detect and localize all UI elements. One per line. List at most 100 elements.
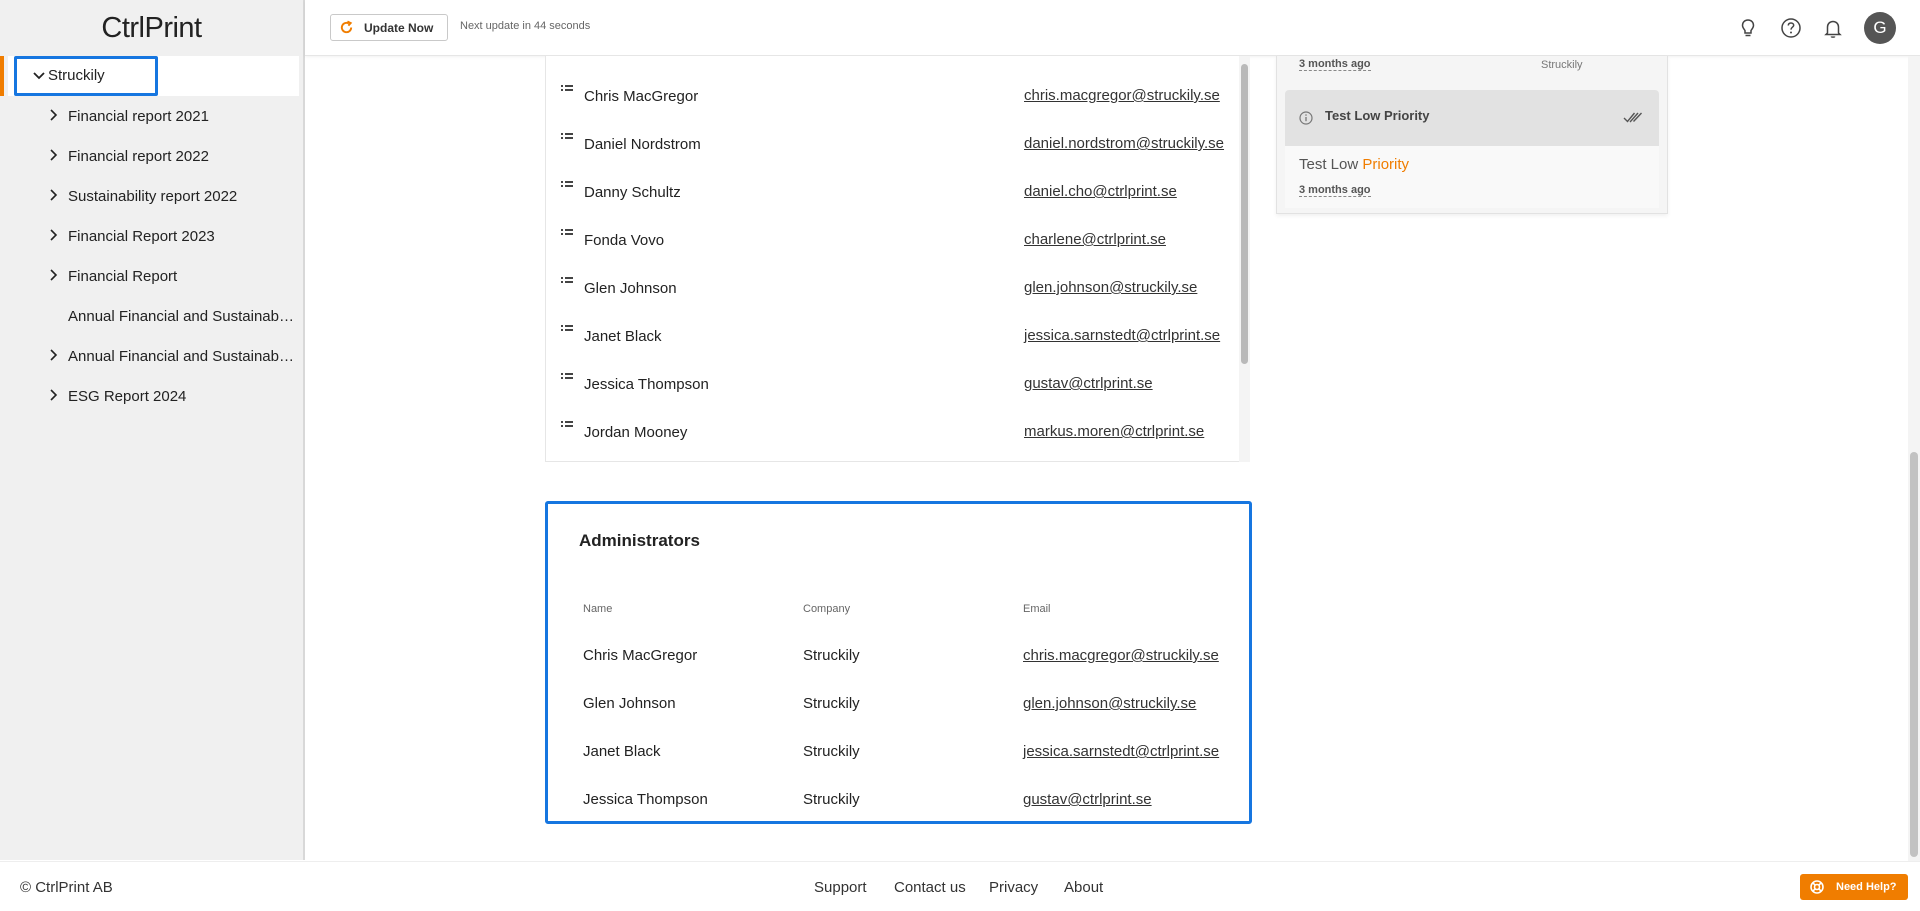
tree-item[interactable]: Financial report 2022 bbox=[0, 136, 303, 176]
footer-link-about[interactable]: About bbox=[1064, 879, 1103, 896]
member-email-link[interactable]: jessica.sarnstedt@ctrlprint.se bbox=[1024, 327, 1220, 344]
drag-handle-icon[interactable] bbox=[560, 420, 574, 430]
admin-row: Jessica Thompson Struckily gustav@ctrlprin… bbox=[548, 791, 1249, 839]
tree-item-label: Financial report 2021 bbox=[68, 107, 209, 125]
tree-item[interactable]: ESG Report 2024 bbox=[0, 376, 303, 416]
admin-email-link[interactable]: glen.johnson@struckily.se bbox=[1023, 695, 1196, 712]
chevron-right-icon[interactable] bbox=[45, 387, 61, 403]
footer-link-support[interactable]: Support bbox=[814, 879, 867, 896]
member-name: Jordan Mooney bbox=[584, 424, 688, 441]
admin-name: Jessica Thompson bbox=[583, 791, 708, 808]
member-row: Daniel Nordstrom daniel.nordstrom@strucki… bbox=[546, 124, 1248, 172]
notification-message: Test Low Priority bbox=[1299, 156, 1409, 173]
update-now-button[interactable]: Update Now bbox=[330, 14, 448, 41]
notification-time: 3 months ago bbox=[1299, 58, 1371, 71]
members-list: Chris MacGregor chris.macgregor@struckily… bbox=[545, 56, 1250, 462]
member-email-link[interactable]: chris.macgregor@struckily.se bbox=[1024, 87, 1220, 104]
member-name: Jessica Thompson bbox=[584, 376, 709, 393]
next-update-text: Next update in 44 seconds bbox=[460, 20, 591, 32]
drag-handle-icon[interactable] bbox=[560, 372, 574, 382]
admin-email-link[interactable]: gustav@ctrlprint.se bbox=[1023, 791, 1152, 808]
members-scrollbar-thumb[interactable] bbox=[1241, 64, 1248, 364]
member-email-link[interactable]: glen.johnson@struckily.se bbox=[1024, 279, 1197, 296]
project-tree: Struckily Financial report 2021 Financial… bbox=[0, 56, 303, 416]
column-header-name: Name bbox=[583, 603, 613, 615]
chevron-right-icon[interactable] bbox=[45, 347, 61, 363]
drag-handle-icon[interactable] bbox=[560, 228, 574, 238]
chevron-right-icon[interactable] bbox=[45, 267, 61, 283]
notification-body: Test Low Priority 3 months ago bbox=[1285, 146, 1659, 208]
notification-priority-text: Priority bbox=[1362, 156, 1410, 173]
bell-icon[interactable] bbox=[1822, 17, 1844, 39]
admin-company: Struckily bbox=[803, 695, 860, 712]
tree-item-label: Financial Report bbox=[68, 267, 178, 285]
tree-root-struckily[interactable]: Struckily bbox=[0, 56, 299, 96]
user-avatar[interactable]: G bbox=[1864, 12, 1896, 44]
chevron-right-icon[interactable] bbox=[45, 107, 61, 123]
tree-item-label: Annual Financial and Sustainab… bbox=[68, 307, 294, 325]
footer-link-privacy[interactable]: Privacy bbox=[989, 879, 1038, 896]
chevron-right-icon[interactable] bbox=[45, 227, 61, 243]
tree-item-label: Financial Report 2023 bbox=[68, 227, 215, 245]
admin-company: Struckily bbox=[803, 647, 860, 664]
notification-header[interactable]: Test Low Priority bbox=[1285, 90, 1659, 146]
lightbulb-icon[interactable] bbox=[1737, 17, 1759, 39]
tree-item[interactable]: Financial report 2021 bbox=[0, 96, 303, 136]
footer: © CtrlPrint AB Support Contact us Privac… bbox=[0, 861, 1920, 911]
member-name: Glen Johnson bbox=[584, 280, 677, 297]
drag-handle-icon[interactable] bbox=[560, 276, 574, 286]
tree-item-label: Annual Financial and Sustainab… bbox=[68, 347, 294, 365]
member-row: Janet Black jessica.sarnstedt@ctrlprint.s… bbox=[546, 316, 1248, 364]
tree-item[interactable]: Annual Financial and Sustainab… bbox=[0, 336, 303, 376]
member-email-link[interactable]: daniel.cho@ctrlprint.se bbox=[1024, 183, 1177, 200]
member-name: Daniel Nordstrom bbox=[584, 136, 701, 153]
member-name: Fonda Vovo bbox=[584, 232, 665, 249]
chevron-right-icon[interactable] bbox=[45, 147, 61, 163]
admin-row: Glen Johnson Struckily glen.johnson@struck… bbox=[548, 695, 1249, 743]
member-row: Chris MacGregor chris.macgregor@struckily… bbox=[546, 76, 1248, 124]
notification-time: 3 months ago bbox=[1299, 184, 1371, 197]
chevron-right-icon[interactable] bbox=[45, 187, 61, 203]
chevron-down-icon[interactable] bbox=[30, 67, 48, 85]
drag-handle-icon[interactable] bbox=[560, 324, 574, 334]
notification-company: Struckily bbox=[1541, 59, 1583, 71]
tree-item-label: ESG Report 2024 bbox=[68, 387, 187, 405]
tree-item-label: Financial report 2022 bbox=[68, 147, 209, 165]
member-email-link[interactable]: charlene@ctrlprint.se bbox=[1024, 231, 1166, 248]
need-help-button[interactable]: Need Help? bbox=[1800, 874, 1908, 900]
member-email-link[interactable]: markus.moren@ctrlprint.se bbox=[1024, 423, 1204, 440]
admin-email-link[interactable]: jessica.sarnstedt@ctrlprint.se bbox=[1023, 743, 1219, 760]
administrators-card: Administrators Name Company Email Chris … bbox=[545, 501, 1252, 824]
tree-item[interactable]: Annual Financial and Sustainab… bbox=[0, 296, 303, 336]
admin-company: Struckily bbox=[803, 743, 860, 760]
lifebuoy-icon bbox=[1810, 880, 1824, 894]
info-icon bbox=[1299, 111, 1313, 125]
member-email-link[interactable]: daniel.nordstrom@struckily.se bbox=[1024, 135, 1224, 152]
notification-message-text: Test Low bbox=[1299, 156, 1359, 173]
admin-email-link[interactable]: chris.macgregor@struckily.se bbox=[1023, 647, 1219, 664]
top-header: Update Now Next update in 44 seconds G bbox=[305, 0, 1920, 56]
drag-handle-icon[interactable] bbox=[560, 180, 574, 190]
admin-name: Chris MacGregor bbox=[583, 647, 698, 664]
tree-item[interactable]: Financial Report bbox=[0, 256, 303, 296]
footer-link-contact[interactable]: Contact us bbox=[894, 879, 966, 896]
member-row: Jordan Mooney markus.moren@ctrlprint.se bbox=[546, 412, 1248, 460]
member-row: Glen Johnson glen.johnson@struckily.se bbox=[546, 268, 1248, 316]
admin-company: Struckily bbox=[803, 791, 860, 808]
help-circle-icon[interactable] bbox=[1780, 17, 1802, 39]
need-help-label: Need Help? bbox=[1836, 881, 1897, 893]
member-name: Janet Black bbox=[584, 328, 662, 345]
drag-handle-icon[interactable] bbox=[560, 132, 574, 142]
tree-item[interactable]: Sustainability report 2022 bbox=[0, 176, 303, 216]
double-check-icon[interactable] bbox=[1623, 109, 1643, 125]
tree-item[interactable]: Financial Report 2023 bbox=[0, 216, 303, 256]
admin-name: Glen Johnson bbox=[583, 695, 676, 712]
member-email-link[interactable]: gustav@ctrlprint.se bbox=[1024, 375, 1153, 392]
tree-root-label: Struckily bbox=[48, 67, 105, 84]
member-name: Chris MacGregor bbox=[584, 88, 699, 105]
drag-handle-icon[interactable] bbox=[560, 84, 574, 94]
admin-row: Chris MacGregor Struckily chris.macgregor@… bbox=[548, 647, 1249, 695]
admin-row: Janet Black Struckily jessica.sarnstedt@ct… bbox=[548, 743, 1249, 791]
page-scrollbar-thumb[interactable] bbox=[1910, 452, 1918, 857]
member-row: Danny Schultz daniel.cho@ctrlprint.se bbox=[546, 172, 1248, 220]
